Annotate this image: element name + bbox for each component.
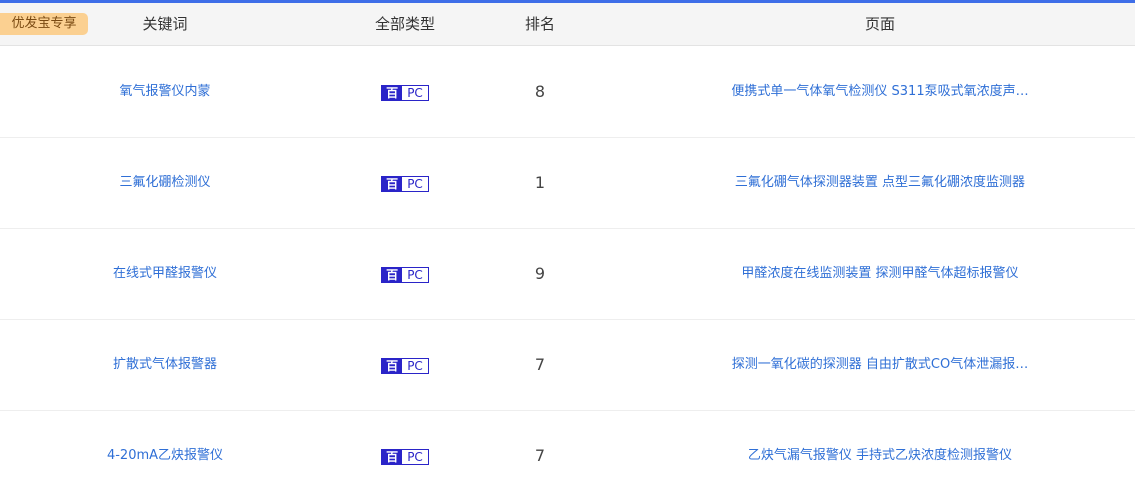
column-header-page: 页面 — [864, 15, 895, 33]
page-link[interactable]: 三氟化硼气体探测器装置 点型三氟化硼浓度监测器 — [620, 138, 1135, 228]
type-cell: 百 PC — [330, 138, 480, 228]
keyword-link[interactable]: 扩散式气体报警器 — [60, 320, 270, 410]
keyword-link[interactable]: 三氟化硼检测仪 — [60, 138, 270, 228]
baidu-pc-badge: 百 PC — [381, 84, 429, 101]
baidu-pc-badge: 百 PC — [381, 175, 429, 192]
baidu-icon: 百 — [382, 449, 403, 464]
baidu-icon: 百 — [382, 176, 403, 191]
page-link[interactable]: 甲醛浓度在线监测装置 探测甲醛气体超标报警仪 — [620, 229, 1135, 319]
type-cell: 百 PC — [330, 229, 480, 319]
baidu-icon: 百 — [382, 358, 403, 373]
column-header-keyword: 关键词 — [142, 15, 188, 33]
table-row: 4-20mA乙炔报警仪 百 PC 7 乙炔气漏气报警仪 手持式乙炔浓度检测报警仪 — [0, 411, 1135, 502]
keyword-link[interactable]: 在线式甲醛报警仪 — [60, 229, 270, 319]
device-label: PC — [407, 176, 423, 191]
column-header-rank: 排名 — [524, 15, 555, 33]
keyword-link[interactable]: 氧气报警仪内蒙 — [60, 47, 270, 137]
rank-value: 1 — [534, 173, 546, 192]
table-row: 在线式甲醛报警仪 百 PC 9 甲醛浓度在线监测装置 探测甲醛气体超标报警仪 — [0, 229, 1135, 320]
type-cell: 百 PC — [330, 320, 480, 410]
page-link[interactable]: 乙炔气漏气报警仪 手持式乙炔浓度检测报警仪 — [620, 411, 1135, 501]
rank-value: 8 — [534, 82, 546, 101]
keyword-link[interactable]: 4-20mA乙炔报警仪 — [60, 411, 270, 501]
baidu-icon: 百 — [382, 267, 403, 282]
device-label: PC — [407, 85, 423, 100]
table-header: 优发宝专享 关键词 全部类型 排名 页面 — [0, 3, 1135, 46]
type-cell: 百 PC — [330, 411, 480, 501]
device-label: PC — [407, 267, 423, 282]
column-header-type[interactable]: 全部类型 — [330, 3, 480, 46]
page-link[interactable]: 探测一氧化碳的探测器 自由扩散式CO气体泄漏报… — [620, 320, 1135, 410]
device-label: PC — [407, 358, 423, 373]
rank-value: 9 — [534, 264, 546, 283]
device-label: PC — [407, 449, 423, 464]
baidu-pc-badge: 百 PC — [381, 448, 429, 465]
baidu-icon: 百 — [382, 85, 403, 100]
rank-value: 7 — [534, 446, 546, 465]
type-cell: 百 PC — [330, 47, 480, 137]
table-row: 氧气报警仪内蒙 百 PC 8 便携式单一气体氧气检测仪 S311泵吸式氧浓度声… — [0, 47, 1135, 138]
table-row: 扩散式气体报警器 百 PC 7 探测一氧化碳的探测器 自由扩散式CO气体泄漏报… — [0, 320, 1135, 411]
baidu-pc-badge: 百 PC — [381, 266, 429, 283]
rank-value: 7 — [534, 355, 546, 374]
baidu-pc-badge: 百 PC — [381, 357, 429, 374]
table-row: 三氟化硼检测仪 百 PC 1 三氟化硼气体探测器装置 点型三氟化硼浓度监测器 — [0, 138, 1135, 229]
page-link[interactable]: 便携式单一气体氧气检测仪 S311泵吸式氧浓度声… — [620, 47, 1135, 137]
